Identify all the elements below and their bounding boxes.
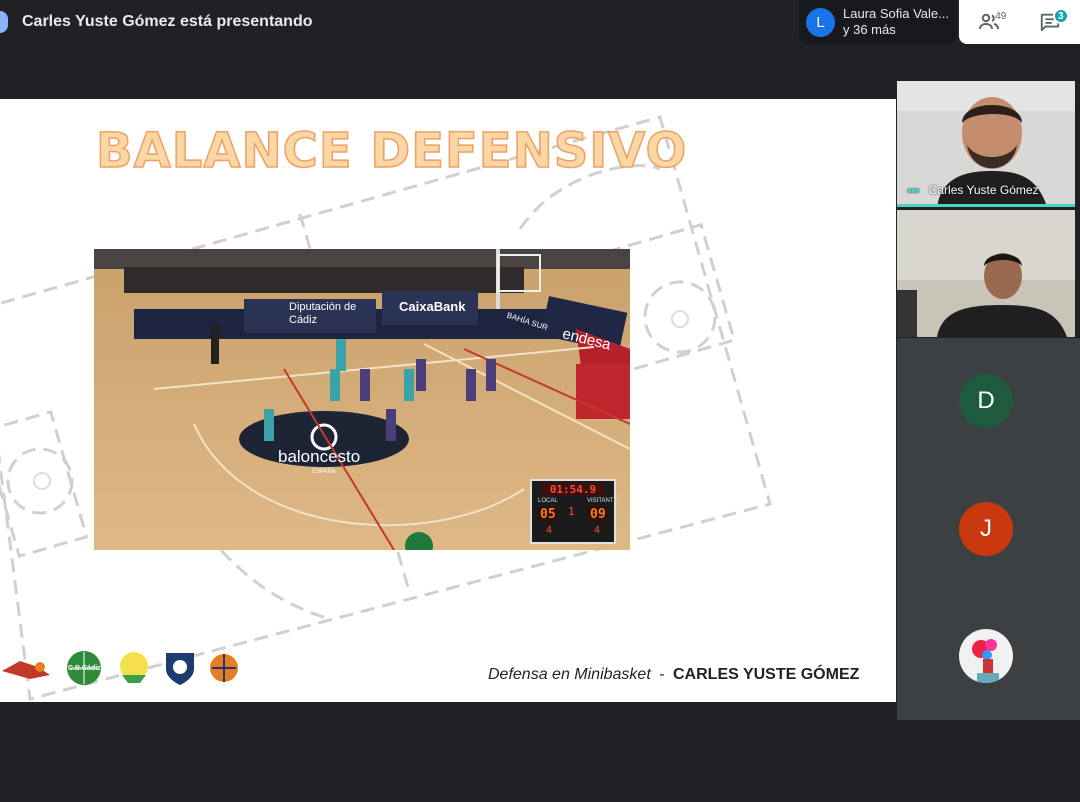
video-frame[interactable]: CaixaBank Diputación de Cádiz endesa BAH…	[94, 249, 630, 550]
people-button[interactable]: 49	[969, 2, 1009, 42]
participant-tile-presenter[interactable]: ••• Carles Yuste Gómez	[897, 81, 1075, 207]
scoreboard: 01:54.9 LOCAL VISITANTE 05 1 09 4 4	[530, 479, 618, 544]
controls-panel: 49 3	[959, 0, 1080, 44]
presenter-text: Carles Yuste Gómez está presentando	[22, 13, 313, 30]
scoreboard-fouls-home: 4	[546, 525, 553, 536]
ad-diputacion: Diputación de Cádiz	[289, 301, 357, 326]
avatar: L	[806, 7, 835, 37]
avatar-picture	[972, 639, 999, 683]
club-logo-shield	[166, 653, 194, 685]
participant-more: y 36 más	[843, 22, 896, 37]
participant-grid: D J	[897, 338, 1080, 720]
club-logo-text: C.B.Cádiz	[68, 665, 101, 672]
avatar-image[interactable]	[959, 629, 1013, 683]
scoreboard-fouls-away: 4	[594, 525, 601, 536]
scoreboard-local-label: LOCAL	[538, 498, 558, 504]
chat-button[interactable]: 3	[1030, 2, 1070, 42]
scoreboard-away: 09	[588, 507, 608, 522]
club-logo-5	[210, 654, 238, 682]
chat-badge: 3	[1052, 8, 1069, 24]
club-logos: C.B.Cádiz	[0, 649, 240, 689]
scoreboard-home: 05	[538, 507, 558, 522]
participant-tile[interactable]	[897, 210, 1075, 337]
court-logo-sub: ESPAÑA	[312, 469, 336, 475]
participant-video	[897, 210, 1075, 337]
slide-footer: Defensa en Minibasket - CARLES YUSTE GÓM…	[488, 666, 859, 684]
presenter-indicator	[0, 11, 8, 33]
ad-caixabank: CaixaBank	[399, 299, 466, 314]
tile-name-text: Carles Yuste Gómez	[928, 183, 1039, 197]
people-count: 49	[995, 11, 1007, 22]
footer-subject: Defensa en Minibasket	[488, 666, 651, 683]
presentation-slide: BALANCE DEFENSIVO CaixaBank Diputación d…	[0, 99, 896, 702]
avatar[interactable]: D	[959, 374, 1013, 428]
presenter-bar: Carles Yuste Gómez está presentando	[0, 0, 312, 44]
participants-chip[interactable]: L Laura Sofia Vale... y 36 más	[799, 0, 957, 44]
scoreboard-visit-label: VISITANTE	[587, 498, 618, 504]
court-logo-text: baloncesto	[278, 447, 361, 466]
meet-window: Carles Yuste Gómez está presentando L La…	[0, 0, 1080, 802]
slide-title: BALANCE DEFENSIVO	[95, 122, 688, 180]
footer-separator: -	[659, 666, 665, 683]
footer-author: CARLES YUSTE GÓMEZ	[673, 666, 860, 683]
avatar[interactable]: J	[959, 502, 1013, 556]
tile-name: ••• Carles Yuste Gómez	[907, 182, 1039, 198]
speaking-indicator-icon: •••	[907, 182, 920, 198]
club-logo-3	[120, 652, 148, 683]
participant-name: Laura Sofia Vale...	[843, 6, 949, 21]
scoreboard-clock: 01:54.9	[542, 483, 604, 496]
club-logo-1	[2, 661, 50, 679]
scoreboard-period: 1	[568, 505, 575, 518]
